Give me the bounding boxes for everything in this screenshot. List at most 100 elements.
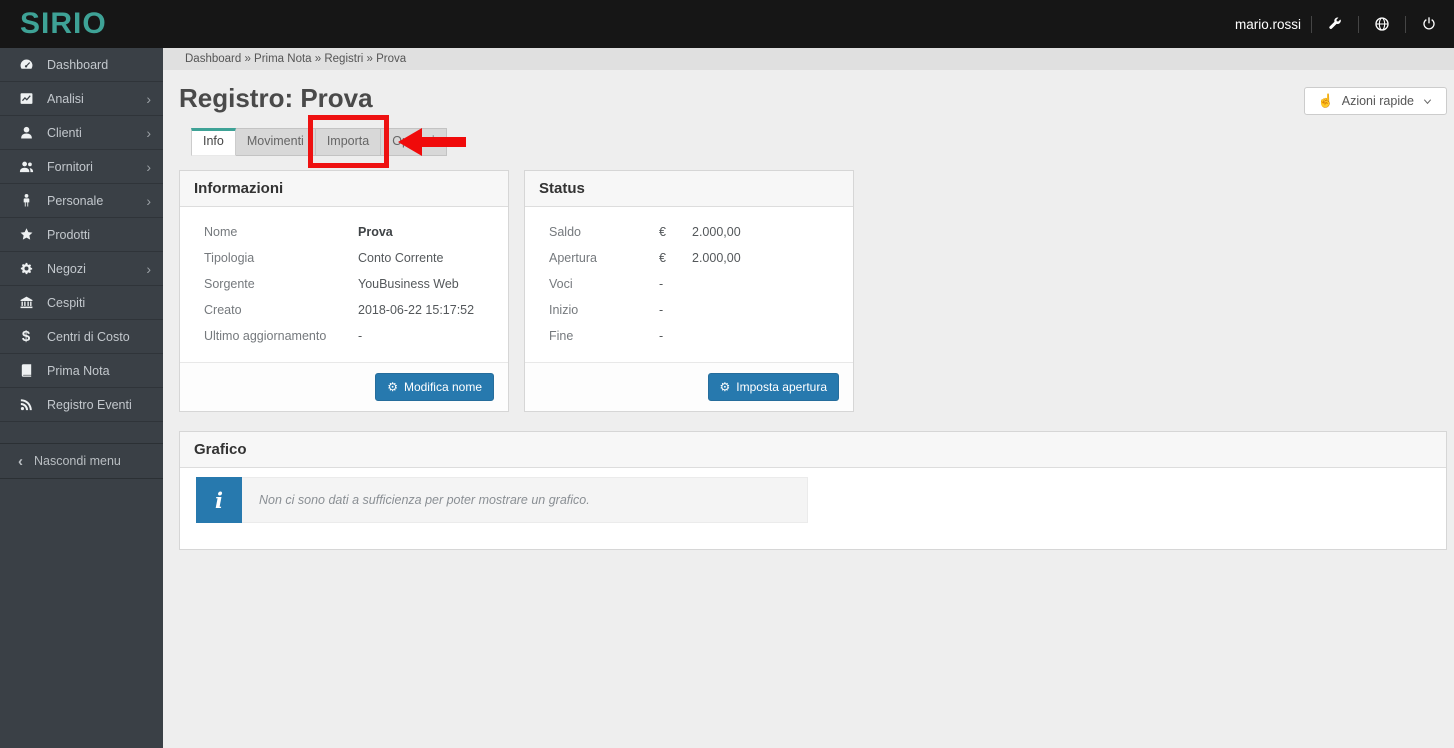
sidebar-item-prima-nota[interactable]: Prima Nota bbox=[0, 354, 163, 388]
chevron-right-icon: › bbox=[146, 192, 151, 209]
row-value: YouBusiness Web bbox=[358, 277, 459, 291]
sidebar-item-centri-di-costo[interactable]: $ Centri di Costo bbox=[0, 320, 163, 354]
power-icon[interactable] bbox=[1416, 11, 1442, 37]
status-card: Status Saldo € 2.000,00 Apertura € 2.000… bbox=[524, 170, 854, 412]
main-area: Dashboard » Prima Nota » Registri » Prov… bbox=[163, 48, 1454, 748]
username[interactable]: mario.rossi bbox=[1235, 17, 1301, 32]
status-row: Inizio - bbox=[549, 303, 839, 318]
status-row: Fine - bbox=[549, 329, 839, 344]
row-label: Sorgente bbox=[204, 277, 255, 291]
sidebar-item-prodotti[interactable]: Prodotti bbox=[0, 218, 163, 252]
modifica-nome-button[interactable]: ⚙ Modifica nome bbox=[375, 373, 494, 401]
sidebar-item-dashboard[interactable]: Dashboard bbox=[0, 48, 163, 82]
sidebar-item-label: Cespiti bbox=[47, 295, 86, 310]
sidebar-item-label: Centri di Costo bbox=[47, 329, 130, 344]
dollar-glyph: $ bbox=[21, 328, 31, 345]
chevron-right-icon: › bbox=[146, 124, 151, 141]
users-icon bbox=[18, 159, 34, 175]
row-currency: € bbox=[659, 225, 666, 239]
cards-row: Informazioni Nome Prova Tipologia Conto … bbox=[179, 170, 1447, 412]
panel-body: i Non ci sono dati a sufficienza per pot… bbox=[180, 468, 1446, 549]
sidebar-item-clienti[interactable]: Clienti › bbox=[0, 116, 163, 150]
row-currency: - bbox=[659, 277, 664, 291]
content: Registro: Prova ☝ Azioni rapide Info Mov… bbox=[163, 70, 1454, 550]
person-icon bbox=[18, 193, 34, 209]
page-header: Registro: Prova ☝ Azioni rapide bbox=[179, 82, 1447, 115]
sidebar-item-label: Registro Eventi bbox=[47, 397, 132, 412]
breadcrumb[interactable]: Dashboard » Prima Nota » Registri » Prov… bbox=[163, 48, 1454, 70]
tab-importa[interactable]: Importa bbox=[315, 128, 382, 156]
globe-icon[interactable] bbox=[1369, 11, 1395, 37]
sidebar-item-analisi[interactable]: Analisi › bbox=[0, 82, 163, 116]
sidebar-item-personale[interactable]: Personale › bbox=[0, 184, 163, 218]
collapse-label: Nascondi menu bbox=[34, 454, 121, 468]
card-body: Saldo € 2.000,00 Apertura € 2.000,00 Voc… bbox=[525, 207, 853, 362]
chevron-right-icon: › bbox=[146, 90, 151, 107]
quick-actions-button[interactable]: ☝ Azioni rapide bbox=[1303, 87, 1447, 115]
tab-opzioni[interactable]: Opzioni bbox=[381, 128, 447, 156]
sidebar-item-label: Fornitori bbox=[47, 159, 93, 174]
wrench-icon[interactable] bbox=[1322, 11, 1348, 37]
info-row: Ultimo aggiornamento - bbox=[204, 329, 494, 344]
row-value: 2.000,00 bbox=[692, 225, 741, 239]
status-row: Saldo € 2.000,00 bbox=[549, 225, 839, 240]
user-icon bbox=[18, 125, 34, 141]
star-icon bbox=[18, 227, 34, 243]
alert-message: Non ci sono dati a sufficienza per poter… bbox=[242, 477, 808, 523]
bank-icon bbox=[18, 295, 34, 311]
card-footer: ⚙ Imposta apertura bbox=[525, 362, 853, 411]
card-title: Informazioni bbox=[180, 171, 508, 207]
button-label: Imposta apertura bbox=[736, 380, 827, 394]
chevron-down-icon bbox=[1422, 96, 1433, 107]
chart-line-icon bbox=[18, 91, 34, 107]
row-value: 2.000,00 bbox=[692, 251, 741, 265]
logo-text[interactable]: SIRIO bbox=[0, 0, 163, 48]
button-label: Modifica nome bbox=[403, 380, 482, 394]
info-row: Creato 2018-06-22 15:17:52 bbox=[204, 303, 494, 318]
row-label: Nome bbox=[204, 225, 238, 239]
topbar: SIRIO mario.rossi bbox=[0, 0, 1454, 48]
topbar-right: mario.rossi bbox=[1235, 11, 1454, 37]
sidebar-item-negozi[interactable]: Negozi › bbox=[0, 252, 163, 286]
chevron-right-icon: › bbox=[146, 158, 151, 175]
app-window: SIRIO mario.rossi Dashboard Analisi › Cl… bbox=[0, 0, 1454, 748]
row-value: Prova bbox=[358, 225, 393, 239]
tab-bar: Info Movimenti Importa Opzioni bbox=[191, 128, 1447, 156]
sidebar-item-registro-eventi[interactable]: Registro Eventi bbox=[0, 388, 163, 422]
info-icon: i bbox=[196, 477, 242, 523]
tab-movimenti[interactable]: Movimenti bbox=[235, 128, 316, 156]
row-label: Tipologia bbox=[204, 251, 255, 265]
status-row: Apertura € 2.000,00 bbox=[549, 251, 839, 266]
page-title: Registro: Prova bbox=[179, 83, 373, 113]
informazioni-card: Informazioni Nome Prova Tipologia Conto … bbox=[179, 170, 509, 412]
sidebar-collapse-button[interactable]: ‹ Nascondi menu bbox=[0, 443, 163, 479]
sidebar-item-fornitori[interactable]: Fornitori › bbox=[0, 150, 163, 184]
sidebar-item-label: Prodotti bbox=[47, 227, 91, 242]
row-label: Voci bbox=[549, 277, 573, 291]
gauge-icon bbox=[18, 57, 34, 73]
divider bbox=[1311, 15, 1312, 33]
hand-pointer-icon: ☝ bbox=[1317, 93, 1334, 108]
sidebar-item-label: Prima Nota bbox=[47, 363, 110, 378]
quick-actions-label: Azioni rapide bbox=[1341, 94, 1414, 108]
row-label: Inizio bbox=[549, 303, 579, 317]
card-footer: ⚙ Modifica nome bbox=[180, 362, 508, 411]
status-row: Voci - bbox=[549, 277, 839, 292]
row-currency: - bbox=[659, 329, 664, 343]
tab-info[interactable]: Info bbox=[191, 128, 236, 156]
row-label: Ultimo aggiornamento bbox=[204, 329, 327, 343]
sidebar-item-cespiti[interactable]: Cespiti bbox=[0, 286, 163, 320]
row-value: - bbox=[358, 329, 363, 343]
imposta-apertura-button[interactable]: ⚙ Imposta apertura bbox=[707, 373, 839, 401]
row-currency: € bbox=[659, 251, 666, 265]
divider bbox=[1358, 15, 1359, 33]
chevron-right-icon: › bbox=[146, 260, 151, 277]
gear-icon: ⚙ bbox=[719, 380, 731, 394]
sidebar-item-label: Analisi bbox=[47, 91, 84, 106]
chevron-left-icon: ‹ bbox=[18, 452, 23, 470]
gear-icon bbox=[18, 261, 34, 277]
info-row: Tipologia Conto Corrente bbox=[204, 251, 494, 266]
row-value: 2018-06-22 15:17:52 bbox=[358, 303, 475, 317]
row-currency: - bbox=[659, 303, 664, 317]
rss-icon bbox=[18, 397, 34, 413]
